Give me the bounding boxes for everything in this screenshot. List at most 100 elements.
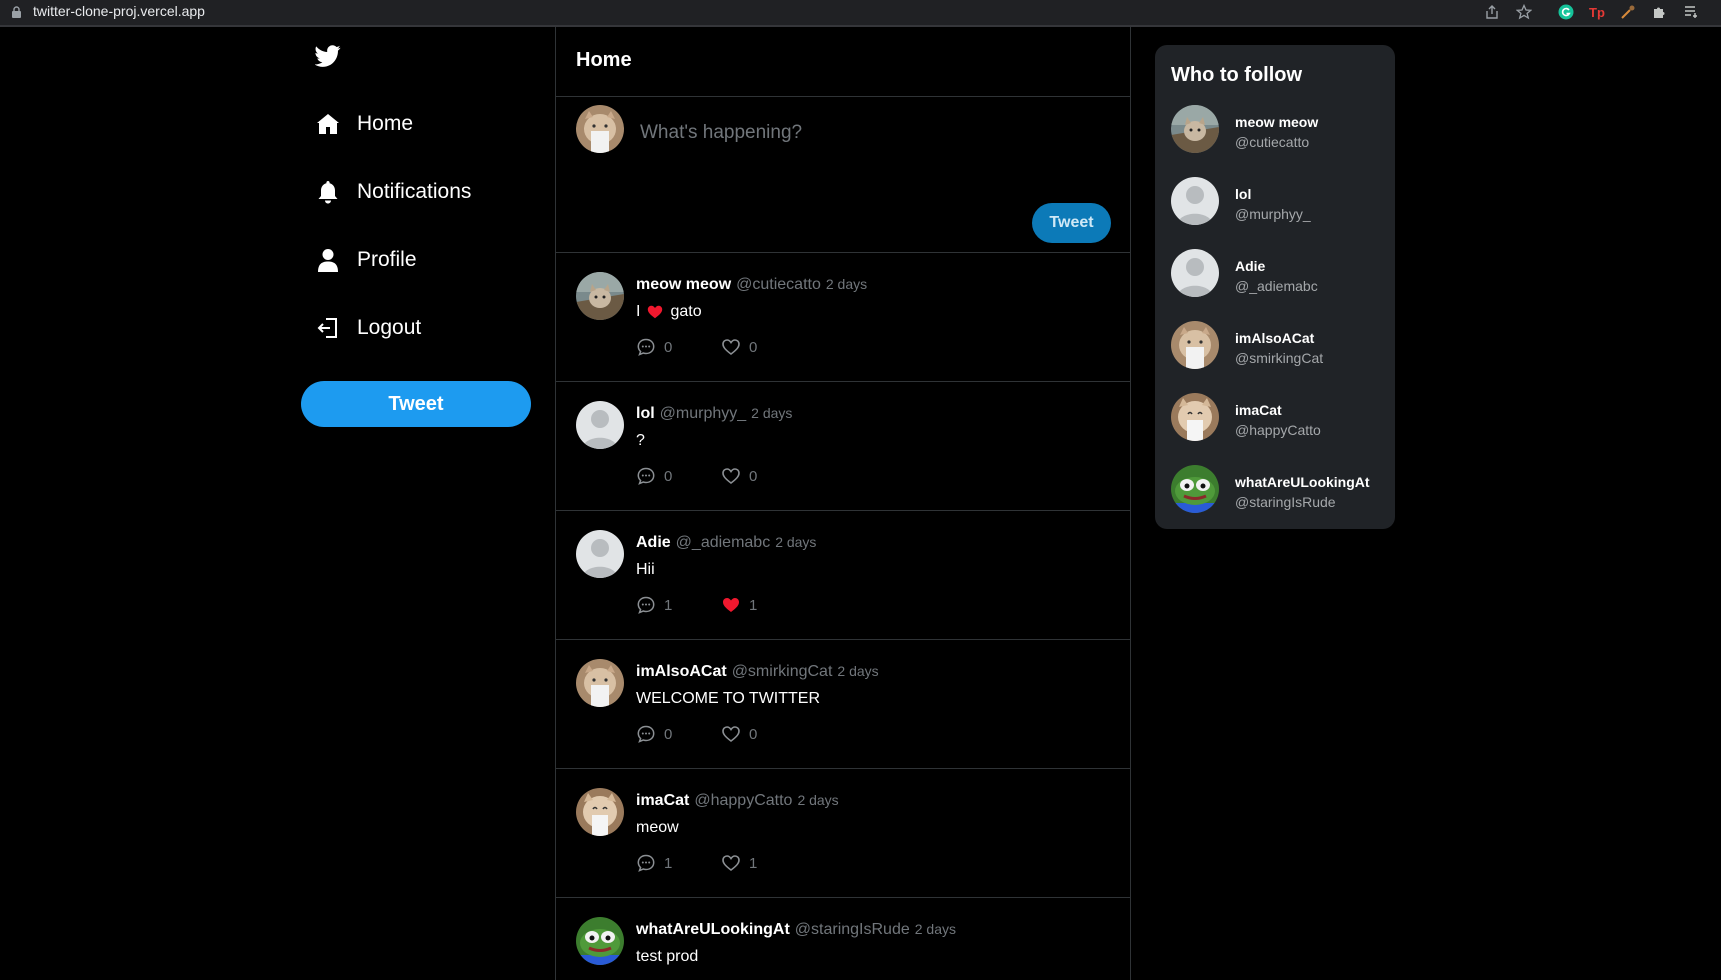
colorpick-extension-icon[interactable] — [1617, 2, 1639, 22]
reply-button[interactable]: 1 — [636, 853, 721, 873]
heart-icon — [721, 724, 741, 744]
tweet-text: I gato — [636, 303, 702, 321]
tweet-author-name[interactable]: lol — [636, 405, 655, 422]
reply-count: 0 — [664, 467, 673, 485]
reply-icon — [636, 724, 656, 744]
follow-suggestion[interactable]: lol @murphyy_ — [1171, 177, 1386, 227]
tweet-author-name[interactable]: whatAreULookingAt — [636, 921, 790, 938]
tweet-text: meow — [636, 819, 679, 836]
like-count: 0 — [749, 467, 758, 485]
avatar — [1171, 177, 1219, 225]
share-icon[interactable] — [1481, 2, 1503, 22]
avatar[interactable] — [576, 659, 624, 707]
tweet-author-handle[interactable]: @_adiemabc — [676, 534, 771, 551]
follow-suggestion[interactable]: whatAreULookingAt @staringIsRude — [1171, 465, 1386, 515]
tweet-input[interactable] — [640, 117, 1100, 149]
reading-list-icon[interactable] — [1680, 2, 1702, 22]
bookmark-star-icon[interactable] — [1513, 2, 1535, 22]
tweet-actions: 0 0 — [636, 724, 757, 744]
tweet-meta: lol @murphyy_ 2 days — [636, 405, 792, 423]
avatar[interactable] — [576, 401, 624, 449]
tweet-text: WELCOME TO TWITTER — [636, 690, 821, 707]
avatar[interactable] — [576, 788, 624, 836]
twitter-bird-icon[interactable] — [315, 45, 341, 67]
main-feed: Home Tweet meow meow@cutiecatto2 days I … — [555, 27, 1131, 980]
avatar — [1171, 105, 1219, 153]
tweet-author-name[interactable]: Adie — [636, 534, 671, 551]
like-count: 0 — [749, 338, 758, 356]
tweet-text: ? — [636, 432, 645, 449]
follow-user-handle: @smirkingCat — [1235, 350, 1324, 366]
like-button[interactable]: 0 — [721, 337, 757, 357]
tweet-meta: imAlsoACat @smirkingCat 2 days — [636, 663, 879, 681]
grammarly-extension-icon[interactable] — [1555, 2, 1577, 22]
svg-text:Tp: Tp — [1589, 5, 1605, 20]
tweet-actions: 1 1 — [636, 853, 757, 873]
feed-header: Home — [556, 27, 1130, 97]
avatar[interactable] — [576, 530, 624, 578]
reply-button[interactable]: 0 — [636, 466, 721, 486]
tweet-author-handle[interactable]: @smirkingCat — [732, 663, 833, 680]
heart-emoji-icon — [646, 303, 664, 321]
follow-suggestion[interactable]: imaCat @happyCatto — [1171, 393, 1386, 443]
tweet-item[interactable]: Adie @_adiemabc 2 days Hii 1 1 — [556, 511, 1130, 640]
sidebar-item-notifications[interactable]: Notifications — [315, 172, 471, 212]
tweet-meta: Adie @_adiemabc 2 days — [636, 534, 816, 552]
tweet-timestamp: 2 days — [751, 405, 793, 421]
reply-icon — [636, 853, 656, 873]
tweet-author-name[interactable]: imAlsoACat — [636, 663, 727, 680]
follow-user-handle: @cutiecatto — [1235, 134, 1310, 150]
follow-suggestion[interactable]: meow meow @cutiecatto — [1171, 105, 1386, 155]
heart-icon — [721, 337, 741, 357]
tweet-meta: imaCat @happyCatto 2 days — [636, 792, 839, 810]
tweet-timestamp: 2 days — [837, 663, 879, 679]
reply-button[interactable]: 0 — [636, 724, 721, 744]
tweet-author-handle[interactable]: @murphyy_ — [660, 405, 747, 422]
tweet-item[interactable]: whatAreULookingAt @staringIsRude 2 days te… — [556, 898, 1130, 980]
tweet-item[interactable]: imaCat @happyCatto 2 days meow 1 1 — [556, 769, 1130, 898]
follow-user-name: meow meow — [1235, 114, 1319, 130]
like-button[interactable]: 1 — [721, 853, 757, 873]
avatar[interactable] — [576, 272, 624, 320]
like-button[interactable]: 0 — [721, 724, 757, 744]
like-button[interactable]: 1 — [721, 595, 757, 615]
follow-suggestion[interactable]: Adie @_adiemabc — [1171, 249, 1386, 299]
follow-suggestion[interactable]: imAlsoACat @smirkingCat — [1171, 321, 1386, 371]
puzzle-extensions-icon[interactable] — [1648, 2, 1670, 22]
reply-count: 1 — [664, 596, 673, 614]
tp-extension-icon[interactable]: Tp — [1586, 2, 1608, 22]
follow-user-name: Adie — [1235, 258, 1266, 274]
sidebar-tweet-button[interactable]: Tweet — [301, 381, 531, 427]
reply-button[interactable]: 1 — [636, 595, 721, 615]
tweet-actions: 1 1 — [636, 595, 757, 615]
tweet-meta: meow meow @cutiecatto 2 days — [636, 276, 867, 294]
avatar — [1171, 321, 1219, 369]
tweet-author-handle[interactable]: @happyCatto — [694, 792, 792, 809]
avatar[interactable] — [576, 917, 624, 965]
tweet-item[interactable]: lol @murphyy_ 2 days ? 0 0 — [556, 382, 1130, 511]
reply-count: 0 — [664, 725, 673, 743]
tweet-text-part: I — [636, 303, 641, 320]
follow-user-name: imaCat — [1235, 402, 1282, 418]
like-button[interactable]: 0 — [721, 466, 757, 486]
tweet-timestamp: 2 days — [825, 276, 868, 292]
tweet-author-name[interactable]: meow meow — [636, 276, 731, 293]
tweet-timestamp: 2 days — [775, 534, 817, 550]
tweet-item[interactable]: imAlsoACat @smirkingCat 2 days WELCOME TO … — [556, 640, 1130, 769]
url-text[interactable]: twitter-clone-proj.vercel.app — [33, 3, 205, 19]
heart-icon — [721, 853, 741, 873]
reply-button[interactable]: 0 — [636, 337, 721, 357]
sidebar-item-label: Logout — [357, 316, 422, 339]
sidebar-item-logout[interactable]: Logout — [315, 308, 421, 348]
compose-tweet-button[interactable]: Tweet — [1032, 203, 1111, 243]
tweet-item[interactable]: meow meow @cutiecatto 2 days I gato 0 0 — [556, 253, 1130, 382]
sidebar-item-home[interactable]: Home — [315, 104, 413, 144]
browser-address-bar: twitter-clone-proj.vercel.app Tp — [0, 0, 1721, 27]
tweet-author-handle[interactable]: @staringIsRude — [795, 921, 910, 938]
reply-count: 0 — [664, 338, 673, 356]
tweet-author-name[interactable]: imaCat — [636, 792, 689, 809]
home-icon — [315, 111, 341, 137]
tweet-author-handle[interactable]: @cutiecatto — [736, 276, 821, 293]
tweet-composer: Tweet — [556, 97, 1130, 253]
sidebar-item-profile[interactable]: Profile — [315, 240, 417, 280]
